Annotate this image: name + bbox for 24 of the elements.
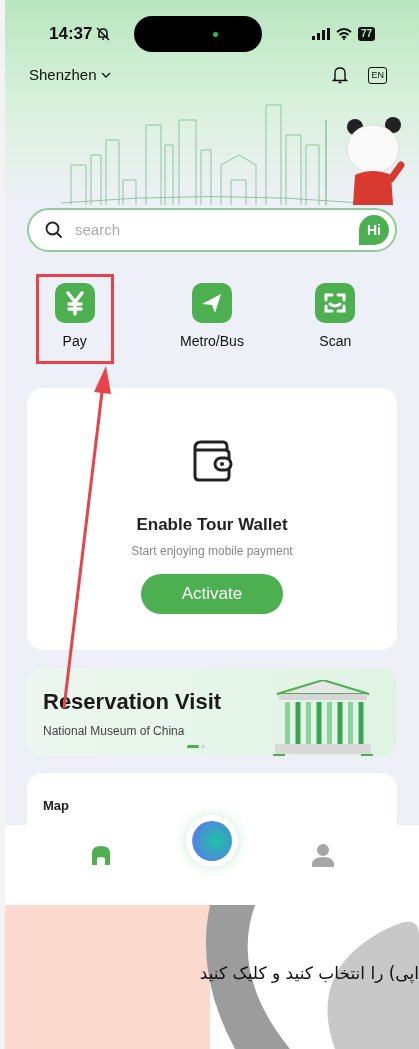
wifi-icon bbox=[335, 28, 352, 40]
search-icon bbox=[45, 221, 63, 239]
city-selector[interactable]: Shenzhen bbox=[29, 63, 111, 87]
scan-icon bbox=[315, 283, 356, 323]
assistant-orb-button[interactable] bbox=[186, 815, 238, 867]
wallet-title: Enable Tour Wallet bbox=[136, 514, 288, 536]
house-icon bbox=[89, 844, 112, 866]
quick-action[interactable]: Scan bbox=[296, 274, 375, 364]
bell-off-icon bbox=[96, 27, 111, 41]
quick-action[interactable]: Pay bbox=[35, 274, 114, 364]
signal-icon bbox=[311, 28, 330, 40]
paper-plane-icon bbox=[192, 283, 232, 323]
banner-subtitle: National Museum of China bbox=[43, 722, 186, 740]
notifications-button[interactable] bbox=[332, 66, 349, 84]
chevron-down-icon bbox=[100, 72, 111, 78]
time-text: 14:37 bbox=[49, 23, 93, 46]
battery-level: 77 bbox=[357, 27, 375, 41]
person-icon bbox=[310, 843, 337, 867]
bell-icon bbox=[332, 66, 349, 84]
quick-action[interactable]: Metro/Bus bbox=[173, 274, 251, 364]
wallet-subtitle: Start enjoying mobile payment bbox=[131, 542, 293, 560]
language-button[interactable]: EN bbox=[368, 66, 387, 84]
map-title: Map bbox=[43, 798, 69, 813]
yen-icon bbox=[54, 283, 95, 323]
